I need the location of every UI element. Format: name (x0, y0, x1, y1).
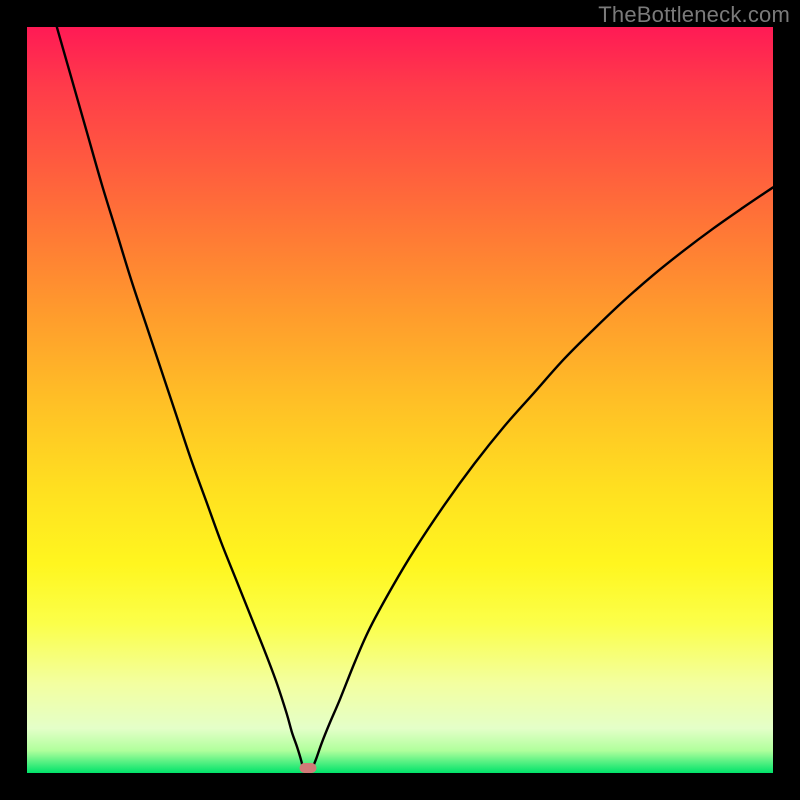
curve-layer (27, 27, 773, 773)
minimum-marker (299, 763, 316, 773)
curve-left-branch (57, 27, 303, 769)
chart-frame: TheBottleneck.com (0, 0, 800, 800)
watermark-text: TheBottleneck.com (598, 2, 790, 28)
plot-area (27, 27, 773, 773)
curve-right-branch (312, 187, 773, 769)
